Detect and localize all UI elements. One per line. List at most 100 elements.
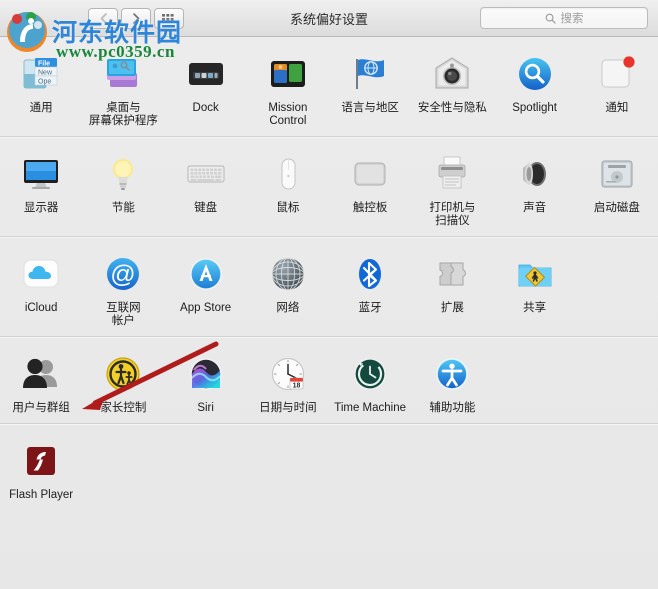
show-all-button[interactable] <box>154 7 184 29</box>
pane-row-5: Flash Player <box>0 424 658 510</box>
date-time-icon: 18 <box>265 351 311 397</box>
pane-keyboard[interactable]: 键盘 <box>165 147 247 228</box>
accessibility-icon <box>429 351 475 397</box>
pane-label: Siri <box>197 402 214 414</box>
app-store-icon <box>183 251 229 297</box>
pane-label: 启动磁盘 <box>593 202 640 214</box>
pane-notifications[interactable]: 通知 <box>576 47 658 128</box>
pane-row-3: iCloud @ 互联网 帐户 App Store 网络 蓝牙 扩展 共享 <box>0 237 658 337</box>
pane-general[interactable]: File New Ope 通用 <box>0 47 82 128</box>
dock-icon <box>183 51 229 97</box>
pane-icloud[interactable]: iCloud <box>0 247 82 328</box>
trackpad-icon <box>347 151 393 197</box>
icloud-icon <box>18 251 64 297</box>
pane-label: Spotlight <box>512 102 557 114</box>
pane-label: Time Machine <box>334 402 407 414</box>
pane-spotlight[interactable]: Spotlight <box>494 47 576 128</box>
pane-label: iCloud <box>24 302 58 314</box>
printers-scanners-icon <box>429 151 475 197</box>
pane-label: Dock <box>192 102 219 114</box>
forward-button[interactable] <box>121 7 151 29</box>
pane-empty-5-3 <box>165 434 247 502</box>
pane-row-1: File New Ope 通用 桌面与 屏幕保护程序 Dock Mission … <box>0 37 658 137</box>
notifications-icon <box>594 51 640 97</box>
pane-label: 键盘 <box>194 202 218 214</box>
pane-mouse[interactable]: 鼠标 <box>247 147 329 228</box>
grid-icon <box>162 13 174 21</box>
pane-date-time[interactable]: 18 日期与时间 <box>247 347 329 415</box>
pane-bluetooth[interactable]: 蓝牙 <box>329 247 411 328</box>
pane-sharing[interactable]: 共享 <box>494 247 576 328</box>
pane-printers-scanners[interactable]: 打印机与 扫描仪 <box>411 147 493 228</box>
pane-sound[interactable]: 声音 <box>494 147 576 228</box>
pane-siri[interactable]: Siri <box>165 347 247 415</box>
pane-label: 通用 <box>29 102 53 114</box>
siri-icon <box>183 351 229 397</box>
search-placeholder: 搜索 <box>560 13 584 25</box>
pane-label: 节能 <box>111 202 135 214</box>
internet-accounts-icon: @ <box>100 251 146 297</box>
system-preferences-window: 系统偏好设置 搜索 File New Ope 通用 桌面与 屏幕保护程序 Doc… <box>0 0 658 589</box>
svg-text:18: 18 <box>292 382 300 389</box>
time-machine-icon <box>347 351 393 397</box>
pane-empty-3-8 <box>576 247 658 328</box>
startup-disk-icon <box>594 151 640 197</box>
pane-empty-5-5 <box>329 434 411 502</box>
spotlight-icon <box>512 51 558 97</box>
pane-label: 显示器 <box>23 202 59 214</box>
pane-dock[interactable]: Dock <box>165 47 247 128</box>
pane-trackpad[interactable]: 触控板 <box>329 147 411 228</box>
chevron-left-icon <box>100 12 107 24</box>
pane-label: 声音 <box>523 202 547 214</box>
pane-label: Flash Player <box>9 489 74 501</box>
pane-label: App Store <box>180 302 232 314</box>
preference-pane-grid: File New Ope 通用 桌面与 屏幕保护程序 Dock Mission … <box>0 37 658 510</box>
pane-label: 互联网 帐户 <box>106 302 141 327</box>
pane-row-2: 显示器 节能 键盘 鼠标 触控板 打印机与 扫描仪 声音 启动磁盘 <box>0 137 658 237</box>
pane-label: 网络 <box>276 302 300 314</box>
pane-label: 日期与时间 <box>259 402 317 414</box>
energy-saver-icon <box>100 151 146 197</box>
pane-label: 安全性与隐私 <box>417 102 487 114</box>
pane-desktop-screensaver[interactable]: 桌面与 屏幕保护程序 <box>82 47 164 128</box>
pane-security-privacy[interactable]: 安全性与隐私 <box>411 47 493 128</box>
pane-label: 家长控制 <box>100 402 147 414</box>
pane-empty-5-7 <box>494 434 576 502</box>
pane-displays[interactable]: 显示器 <box>0 147 82 228</box>
pane-empty-5-8 <box>576 434 658 502</box>
users-groups-icon <box>18 351 64 397</box>
pane-empty-4-8 <box>576 347 658 415</box>
pane-energy-saver[interactable]: 节能 <box>82 147 164 228</box>
general-icon: File New Ope <box>18 51 64 97</box>
pane-label: 用户与群组 <box>12 402 70 414</box>
pane-row-4: 用户与群组 家长控制 Siri 18 日期与时间 Time Machine 辅助… <box>0 337 658 424</box>
pane-empty-5-6 <box>411 434 493 502</box>
pane-parental-controls[interactable]: 家长控制 <box>82 347 164 415</box>
pane-language-region[interactable]: 语言与地区 <box>329 47 411 128</box>
navigation-button-group <box>88 7 184 29</box>
search-field[interactable]: 搜索 <box>480 7 648 29</box>
pane-label: 鼠标 <box>276 202 300 214</box>
pane-startup-disk[interactable]: 启动磁盘 <box>576 147 658 228</box>
pane-time-machine[interactable]: Time Machine <box>329 347 411 415</box>
pane-label: 辅助功能 <box>429 402 476 414</box>
pane-empty-4-7 <box>494 347 576 415</box>
pane-extensions[interactable]: 扩展 <box>411 247 493 328</box>
pane-label: 共享 <box>523 302 547 314</box>
chevron-right-icon <box>132 12 139 24</box>
pane-internet-accounts[interactable]: @ 互联网 帐户 <box>82 247 164 328</box>
svg-text:@: @ <box>111 261 136 289</box>
back-button[interactable] <box>88 7 118 29</box>
pane-label: 桌面与 屏幕保护程序 <box>88 102 158 127</box>
mouse-icon <box>265 151 311 197</box>
pane-label: Mission Control <box>268 102 308 127</box>
pane-flash-player[interactable]: Flash Player <box>0 434 82 502</box>
pane-accessibility[interactable]: 辅助功能 <box>411 347 493 415</box>
pane-users-groups[interactable]: 用户与群组 <box>0 347 82 415</box>
language-region-icon <box>347 51 393 97</box>
pane-network[interactable]: 网络 <box>247 247 329 328</box>
sharing-icon <box>512 251 558 297</box>
pane-app-store[interactable]: App Store <box>165 247 247 328</box>
pane-label: 触控板 <box>352 202 388 214</box>
pane-mission-control[interactable]: Mission Control <box>247 47 329 128</box>
